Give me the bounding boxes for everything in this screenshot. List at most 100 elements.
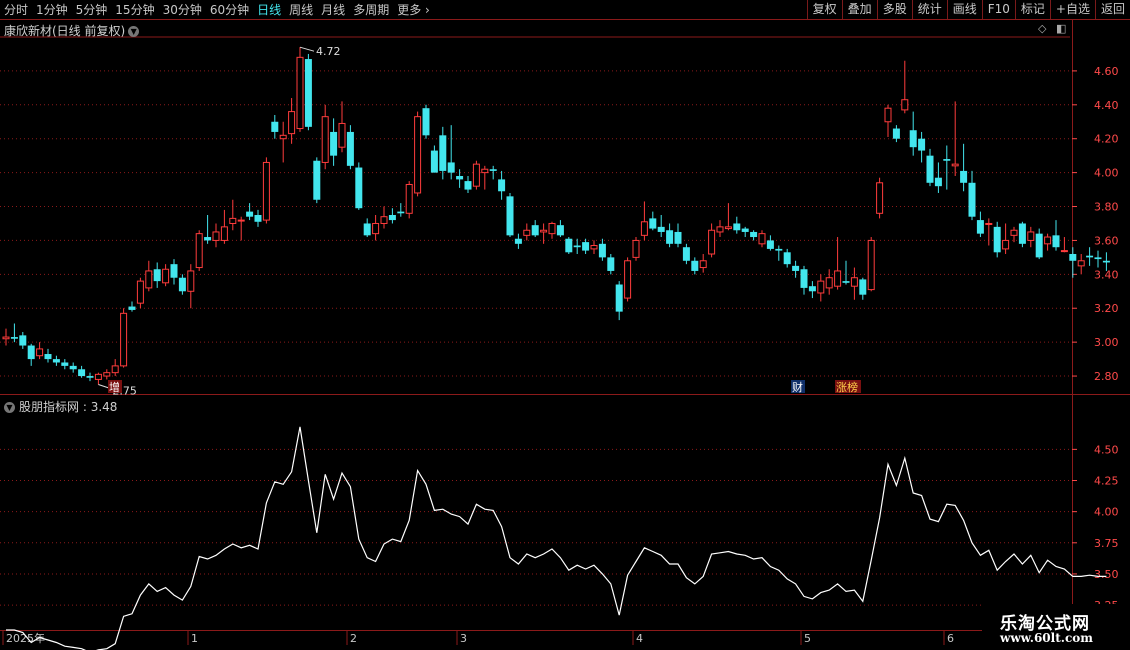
candle bbox=[657, 215, 665, 238]
candle-body bbox=[456, 176, 464, 180]
main-y-tick-label: 4.20 bbox=[1094, 133, 1119, 146]
candle bbox=[867, 237, 875, 292]
candle-body bbox=[531, 225, 539, 236]
candle bbox=[321, 104, 329, 170]
candle-body bbox=[985, 222, 993, 225]
candle bbox=[103, 369, 111, 380]
candle bbox=[1060, 237, 1068, 253]
candle bbox=[724, 203, 732, 231]
candle-body bbox=[153, 269, 161, 282]
candle-body bbox=[1044, 236, 1052, 245]
candle bbox=[750, 230, 758, 241]
candle-body bbox=[380, 216, 388, 224]
candle bbox=[968, 170, 976, 221]
candle bbox=[1035, 228, 1043, 260]
candle-body bbox=[481, 168, 489, 174]
diamond-icon[interactable]: ◇ bbox=[1038, 22, 1046, 35]
candle bbox=[69, 362, 77, 373]
candle bbox=[346, 125, 354, 170]
indicator-settings-icon[interactable]: ▼ bbox=[4, 402, 15, 413]
candle bbox=[489, 165, 497, 180]
candle-body bbox=[430, 150, 438, 173]
candle bbox=[640, 201, 648, 241]
candle bbox=[792, 260, 800, 278]
candle-body bbox=[741, 228, 749, 232]
candle bbox=[2, 328, 10, 346]
indicator-panel-title: ▼ 股朋指标网 : 3.48 bbox=[4, 398, 117, 415]
candle-body bbox=[624, 260, 632, 299]
marker-zeng-text: 增 bbox=[109, 380, 120, 394]
indicator-name: 股朋指标网 bbox=[19, 400, 80, 414]
candle-body bbox=[951, 163, 959, 167]
candle bbox=[607, 253, 615, 275]
candle bbox=[901, 60, 909, 114]
candle bbox=[523, 223, 531, 241]
main-y-tick-label: 3.80 bbox=[1094, 201, 1119, 214]
candle bbox=[624, 257, 632, 302]
candle-body bbox=[489, 169, 497, 171]
candle-body bbox=[775, 248, 783, 251]
candle-body bbox=[78, 369, 86, 377]
candle-body bbox=[52, 359, 60, 363]
candle-body bbox=[1002, 239, 1010, 250]
candle-body bbox=[926, 155, 934, 183]
candle-body bbox=[598, 243, 606, 258]
candle-body bbox=[1018, 223, 1026, 244]
candle-body bbox=[246, 211, 254, 217]
candle-body bbox=[1027, 231, 1035, 241]
candle-body bbox=[666, 230, 674, 244]
candle-body bbox=[27, 345, 35, 360]
candle-body bbox=[237, 219, 245, 222]
candle-body bbox=[372, 222, 380, 235]
candle-body bbox=[44, 354, 52, 360]
candle bbox=[951, 101, 959, 177]
x-axis-label: 3 bbox=[460, 632, 467, 645]
marker-zhangbang-text: 涨榜 bbox=[836, 380, 858, 394]
candle-body bbox=[422, 108, 430, 136]
panel-toggle-icon[interactable]: ◧ bbox=[1056, 22, 1066, 35]
indicator-line bbox=[6, 426, 1107, 650]
candle bbox=[27, 343, 35, 366]
candle-body bbox=[960, 170, 968, 183]
candle-body bbox=[590, 245, 598, 250]
candle bbox=[758, 230, 766, 248]
candle bbox=[430, 145, 438, 173]
candle-body bbox=[607, 257, 615, 271]
candle bbox=[666, 223, 674, 248]
candle-body bbox=[615, 284, 623, 312]
candle-body bbox=[892, 128, 900, 139]
candle bbox=[682, 243, 690, 265]
candle bbox=[674, 223, 682, 248]
candle bbox=[733, 216, 741, 234]
main-y-tick-label: 4.60 bbox=[1094, 65, 1119, 78]
candle bbox=[506, 192, 514, 238]
candle-body bbox=[498, 179, 506, 192]
candle-body bbox=[69, 365, 77, 370]
candle bbox=[355, 162, 363, 210]
candle bbox=[918, 131, 926, 163]
candle-body bbox=[724, 226, 732, 230]
candle bbox=[338, 101, 346, 153]
candle-body bbox=[271, 121, 279, 132]
candle bbox=[128, 301, 136, 312]
candle-body bbox=[397, 211, 405, 214]
candle-body bbox=[514, 238, 522, 244]
candle bbox=[414, 111, 422, 197]
candle bbox=[246, 203, 254, 221]
candle bbox=[1027, 226, 1035, 248]
candle-body bbox=[1052, 235, 1060, 248]
candle-body bbox=[346, 131, 354, 166]
candle bbox=[52, 355, 60, 366]
dropdown-circle-icon[interactable]: ▼ bbox=[128, 26, 140, 37]
candle-body bbox=[279, 134, 287, 140]
candle bbox=[178, 274, 186, 295]
candle-body bbox=[145, 270, 153, 289]
candle-body bbox=[708, 229, 716, 255]
candle-body bbox=[632, 239, 640, 258]
stock-chart[interactable]: 4.604.404.204.003.803.603.403.203.002.80… bbox=[0, 0, 1130, 650]
candle-body bbox=[699, 260, 707, 269]
candle-body bbox=[1069, 253, 1077, 261]
candle-body bbox=[523, 229, 531, 236]
high-label: 4.72 bbox=[316, 45, 341, 58]
candle-body bbox=[918, 138, 926, 151]
